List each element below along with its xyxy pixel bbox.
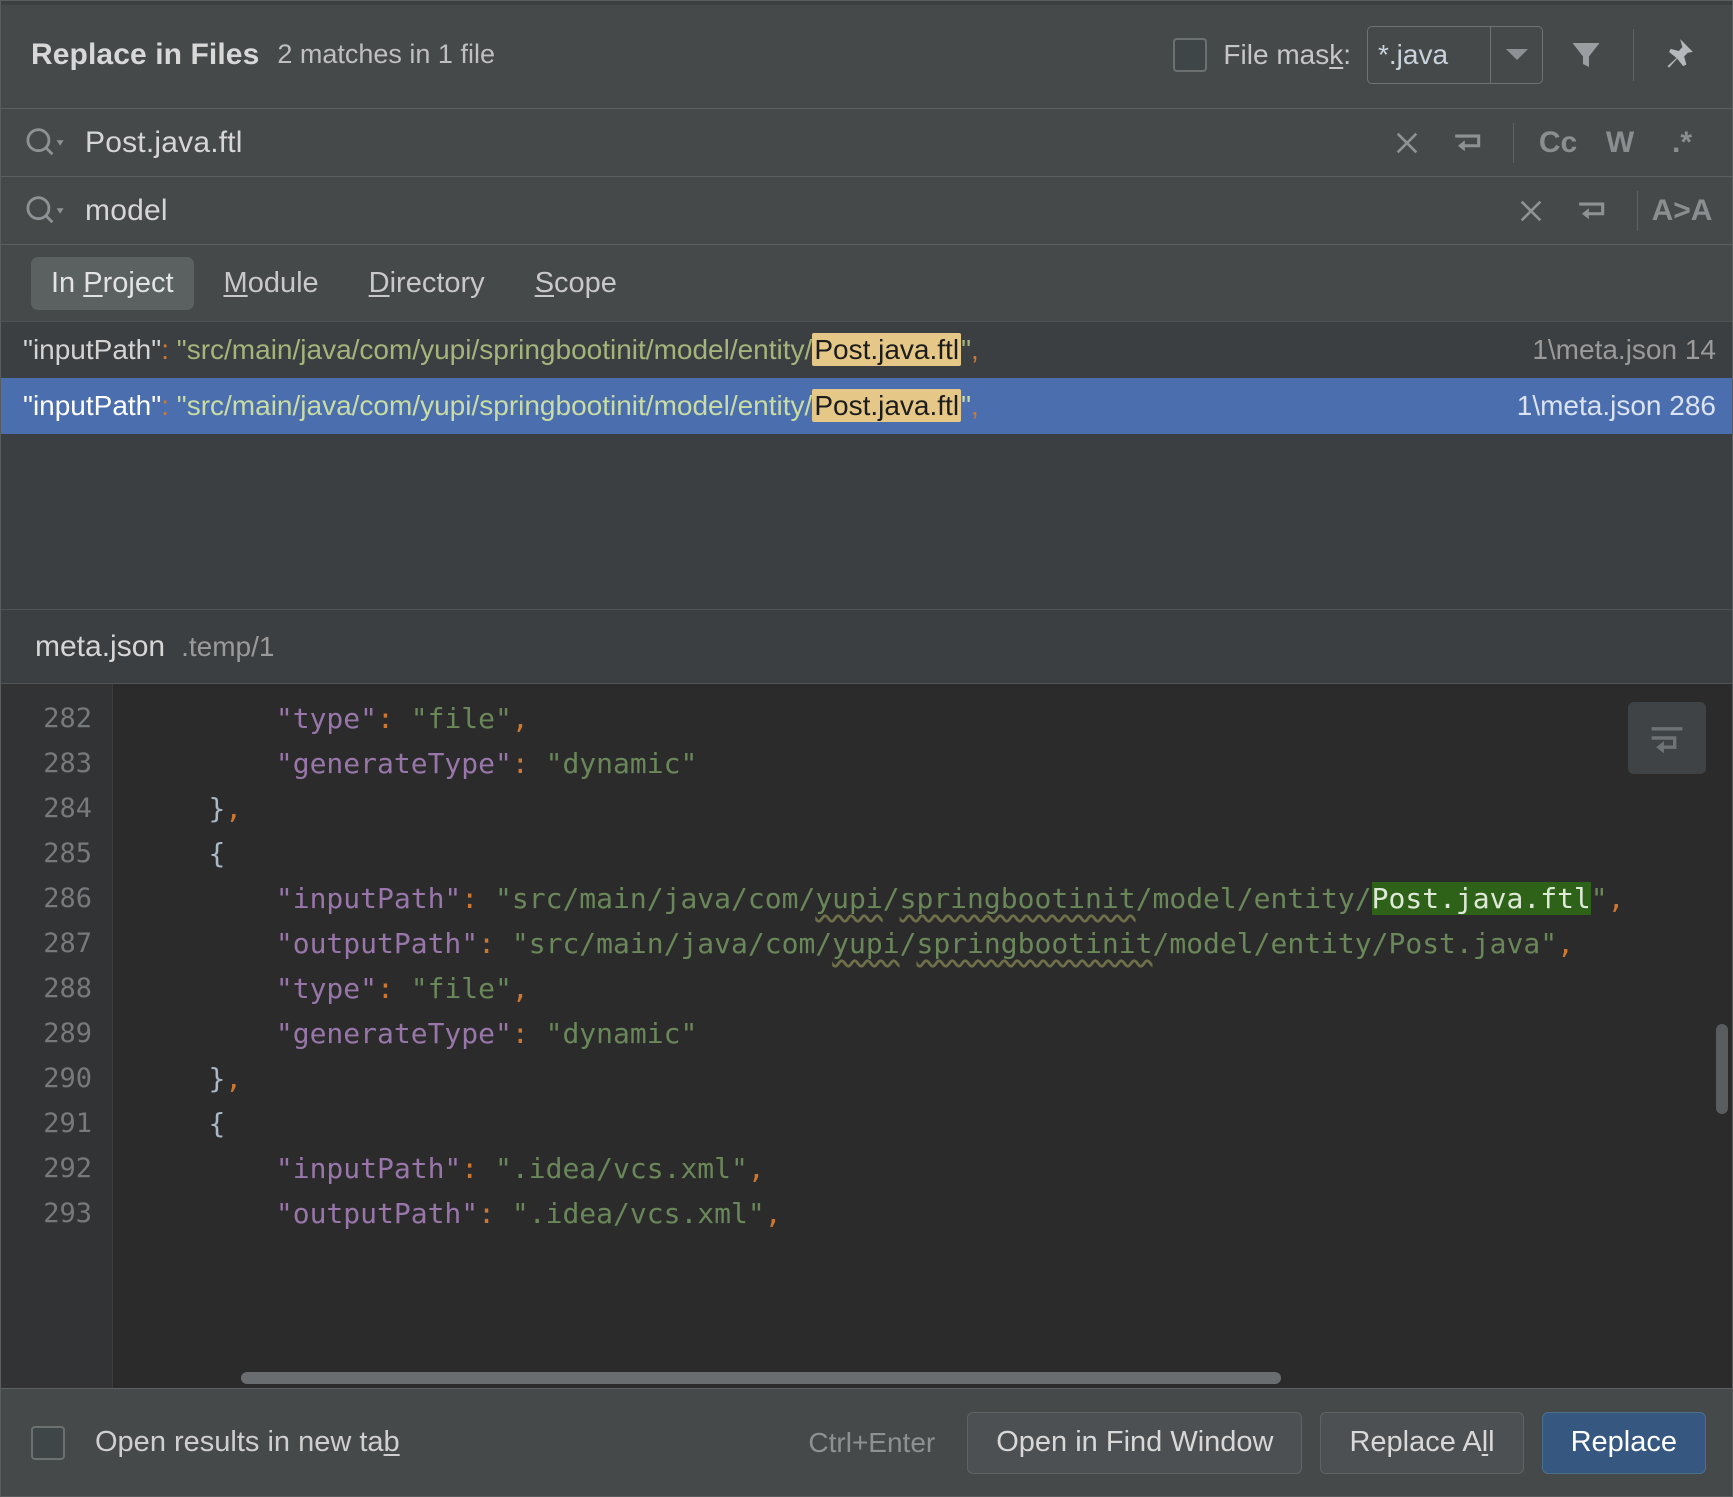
result-match-highlight: Post.java.ftl <box>812 389 962 422</box>
result-text: "inputPath": "src/main/java/com/yupi/spr… <box>23 389 979 422</box>
result-row[interactable]: "inputPath": "src/main/java/com/yupi/spr… <box>1 378 1732 434</box>
scope-tab-in-project[interactable]: In Project <box>31 256 194 310</box>
replace-field-row[interactable]: model A˃A <box>1 177 1732 245</box>
search-icons-divider <box>1513 122 1514 163</box>
line-number: 282 <box>43 703 92 734</box>
file-mask-combobox[interactable]: *.java <box>1367 25 1543 84</box>
open-results-new-tab-checkbox[interactable] <box>31 1425 65 1460</box>
code-line: "type": "file", <box>275 972 529 1005</box>
scope-tabs: In Project Module Directory Scope <box>1 245 1732 321</box>
line-number: 289 <box>43 1018 92 1049</box>
file-mask-label: File mask: <box>1223 38 1351 70</box>
code-line: "inputPath": ".idea/vcs.xml", <box>275 1152 765 1185</box>
replace-field-icons: A˃A <box>1503 183 1713 239</box>
line-number: 286 <box>43 883 92 914</box>
shortcut-hint: Ctrl+Enter <box>808 1426 936 1458</box>
history-return-icon[interactable] <box>1441 115 1497 171</box>
result-file-reference: 1\meta.json 14 <box>1532 334 1716 365</box>
code-lines[interactable]: "type": "file", "generateType": "dynamic… <box>113 684 1732 1388</box>
search-field-icons: Cc W .* <box>1379 115 1710 171</box>
filter-funnel-icon[interactable] <box>1557 26 1615 84</box>
code-line: "type": "file", <box>275 702 529 735</box>
code-line: "outputPath": "src/main/java/com/yupi/sp… <box>275 927 1574 960</box>
replace-in-files-dialog: Replace in Files 2 matches in 1 file Fil… <box>0 0 1733 1497</box>
chevron-down-icon <box>1505 49 1528 60</box>
code-line: "generateType": "dynamic" <box>275 1017 698 1050</box>
history-return-icon[interactable] <box>1565 183 1621 239</box>
code-preview[interactable]: 282 283 284 285 286 287 288 289 290 291 292 293 "ty… <box>1 683 1732 1388</box>
line-number: 288 <box>43 973 92 1004</box>
line-number: 293 <box>43 1198 92 1229</box>
code-line: }, <box>208 792 243 825</box>
file-mask-value[interactable]: *.java <box>1368 27 1490 83</box>
replace-all-button[interactable]: Replace All <box>1320 1411 1524 1474</box>
code-line: "outputPath": ".idea/vcs.xml", <box>275 1197 782 1230</box>
line-number: 284 <box>43 793 92 824</box>
dialog-top-edge <box>1 1 1732 5</box>
scope-tab-directory[interactable]: Directory <box>349 257 505 310</box>
words-icon[interactable]: W <box>1592 115 1648 171</box>
replace-input[interactable]: model <box>77 194 1503 228</box>
line-number: 291 <box>43 1108 92 1139</box>
file-mask-group: File mask: *.java <box>1173 25 1543 84</box>
clear-icon[interactable] <box>1379 115 1435 171</box>
result-file-reference: 1\meta.json 286 <box>1516 390 1716 421</box>
clear-icon[interactable] <box>1503 183 1559 239</box>
preview-file-path: .temp/1 <box>181 630 275 662</box>
line-number: 290 <box>43 1063 92 1094</box>
match-case-icon[interactable]: Cc <box>1530 115 1586 171</box>
result-row[interactable]: "inputPath": "src/main/java/com/yupi/spr… <box>1 322 1732 378</box>
scope-tab-module[interactable]: Module <box>204 257 339 310</box>
dialog-header: Replace in Files 2 matches in 1 file Fil… <box>1 1 1732 109</box>
replace-button[interactable]: Replace <box>1541 1411 1706 1474</box>
line-number: 283 <box>43 748 92 779</box>
pin-icon[interactable] <box>1648 26 1706 84</box>
replace-search-icon[interactable] <box>23 193 77 229</box>
line-number: 285 <box>43 838 92 869</box>
file-mask-checkbox[interactable] <box>1173 37 1208 72</box>
search-field-row[interactable]: Post.java.ftl Cc W .* <box>1 109 1732 177</box>
regex-icon[interactable]: .* <box>1654 115 1710 171</box>
code-line: { <box>208 837 226 870</box>
search-input[interactable]: Post.java.ftl <box>77 126 1379 160</box>
line-number: 287 <box>43 928 92 959</box>
file-mask-dropdown-button[interactable] <box>1490 26 1542 83</box>
vertical-scrollbar[interactable] <box>1716 1024 1728 1114</box>
code-line: "inputPath": "src/main/java/com/yupi/spr… <box>275 882 1625 915</box>
search-icon[interactable] <box>23 125 77 161</box>
preview-file-header: meta.json .temp/1 <box>1 609 1732 683</box>
header-divider <box>1633 28 1634 81</box>
replace-icons-divider <box>1637 190 1638 231</box>
open-in-find-window-button[interactable]: Open in Find Window <box>967 1411 1303 1474</box>
code-line: "generateType": "dynamic" <box>275 747 698 780</box>
open-results-new-tab-label: Open results in new tab <box>95 1426 400 1458</box>
scope-tab-scope[interactable]: Scope <box>515 257 637 310</box>
line-number: 292 <box>43 1153 92 1184</box>
match-count-label: 2 matches in 1 file <box>277 39 495 69</box>
line-number-gutter: 282 283 284 285 286 287 288 289 290 291 292 293 <box>1 684 113 1388</box>
code-line: { <box>208 1107 226 1140</box>
preview-file-name: meta.json <box>35 629 166 663</box>
code-line: }, <box>208 1062 243 1095</box>
page-title: Replace in Files <box>31 37 260 71</box>
preserve-case-icon[interactable]: A˃A <box>1652 183 1713 239</box>
horizontal-scrollbar[interactable] <box>241 1372 1281 1384</box>
results-list[interactable]: "inputPath": "src/main/java/com/yupi/spr… <box>1 321 1732 609</box>
wrap-lines-icon[interactable] <box>1628 702 1706 774</box>
dialog-footer: Open results in new tab Ctrl+Enter Open … <box>1 1388 1732 1496</box>
result-match-highlight: Post.java.ftl <box>812 333 962 366</box>
result-text: "inputPath": "src/main/java/com/yupi/spr… <box>23 333 979 366</box>
